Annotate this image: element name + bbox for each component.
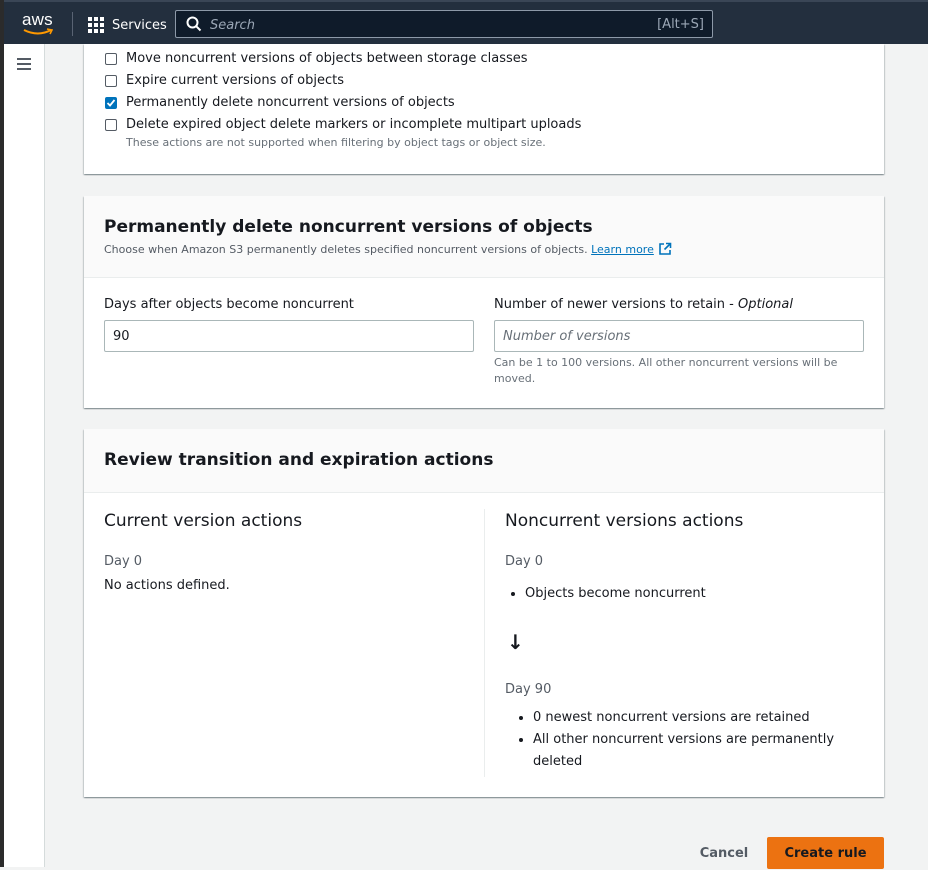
day90-list: 0 newest noncurrent versions are retaine… xyxy=(513,707,863,773)
aws-smile-icon xyxy=(23,28,53,35)
aws-logo-text: aws xyxy=(22,10,53,29)
column-divider xyxy=(484,509,485,777)
checkmark-icon xyxy=(106,98,116,107)
aws-logo[interactable]: aws xyxy=(22,10,56,38)
checkbox[interactable] xyxy=(105,74,117,87)
checkbox[interactable] xyxy=(105,118,117,131)
review-title: Review transition and expiration actions xyxy=(104,450,494,470)
cancel-button[interactable]: Cancel xyxy=(690,837,758,867)
action-label: Move noncurrent versions of objects betw… xyxy=(126,51,528,66)
review-card: Review transition and expiration actions… xyxy=(84,429,884,797)
versions-label-text: Number of newer versions to retain - xyxy=(494,297,738,312)
day0-list: Objects become noncurrent xyxy=(505,583,885,605)
grid-icon xyxy=(88,17,104,33)
description-text: Choose when Amazon S3 permanently delete… xyxy=(104,243,588,256)
search-shortcut-hint: [Alt+S] xyxy=(657,17,704,32)
action-label: Expire current versions of objects xyxy=(126,73,345,88)
action-move-noncurrent[interactable]: Move noncurrent versions of objects betw… xyxy=(105,51,528,66)
versions-hint: Can be 1 to 100 versions. All other nonc… xyxy=(494,356,838,385)
external-link-icon xyxy=(659,242,672,255)
versions-input[interactable] xyxy=(494,320,864,352)
optional-tag: Optional xyxy=(738,297,793,312)
noncurrent-actions-title: Noncurrent versions actions xyxy=(505,511,744,531)
action-label: Permanently delete noncurrent versions o… xyxy=(126,95,455,110)
learn-more-label: Learn more xyxy=(591,243,654,256)
search-input[interactable] xyxy=(208,14,632,36)
learn-more-link[interactable]: Learn more xyxy=(591,242,672,256)
action-label: Delete expired object delete markers or … xyxy=(126,117,582,132)
noncurrent-day0-label: Day 0 xyxy=(505,554,544,569)
top-navbar: aws Services [Alt+S] xyxy=(4,0,928,44)
lifecycle-actions-card: Move noncurrent versions of objects betw… xyxy=(84,44,884,174)
permanent-delete-card: Permanently delete noncurrent versions o… xyxy=(84,196,884,408)
list-item: Objects become noncurrent xyxy=(525,583,885,605)
card-description: Choose when Amazon S3 permanently delete… xyxy=(104,242,672,256)
current-no-actions: No actions defined. xyxy=(104,578,230,593)
checkbox[interactable] xyxy=(105,52,117,65)
days-input[interactable] xyxy=(104,320,474,352)
services-menu-button[interactable]: Services xyxy=(88,14,167,36)
action-permanently-delete-noncurrent[interactable]: Permanently delete noncurrent versions o… xyxy=(105,95,455,110)
card-title: Permanently delete noncurrent versions o… xyxy=(104,217,593,237)
current-actions-title: Current version actions xyxy=(104,511,303,531)
arrow-down-icon: ↓ xyxy=(507,630,524,654)
menu-icon[interactable] xyxy=(17,58,31,70)
card-header: Review transition and expiration actions xyxy=(84,429,884,493)
services-label: Services xyxy=(112,17,167,33)
days-label: Days after objects become noncurrent xyxy=(104,297,354,312)
current-day-label: Day 0 xyxy=(104,554,143,569)
action-expire-current[interactable]: Expire current versions of objects xyxy=(105,73,344,88)
list-item: 0 newest noncurrent versions are retaine… xyxy=(533,707,863,729)
checkbox-checked[interactable] xyxy=(105,96,117,109)
actions-hint: These actions are not supported when fil… xyxy=(126,136,546,149)
list-item: All other noncurrent versions are perman… xyxy=(533,729,863,773)
action-delete-expired-markers[interactable]: Delete expired object delete markers or … xyxy=(105,117,581,132)
versions-label: Number of newer versions to retain - Opt… xyxy=(494,297,793,312)
card-header: Permanently delete noncurrent versions o… xyxy=(84,196,884,278)
noncurrent-day90-label: Day 90 xyxy=(505,682,552,697)
search-box[interactable]: [Alt+S] xyxy=(175,10,713,38)
side-navigation-panel xyxy=(4,44,45,867)
create-rule-button[interactable]: Create rule xyxy=(767,837,884,869)
nav-divider xyxy=(72,12,73,36)
search-icon xyxy=(186,16,202,32)
